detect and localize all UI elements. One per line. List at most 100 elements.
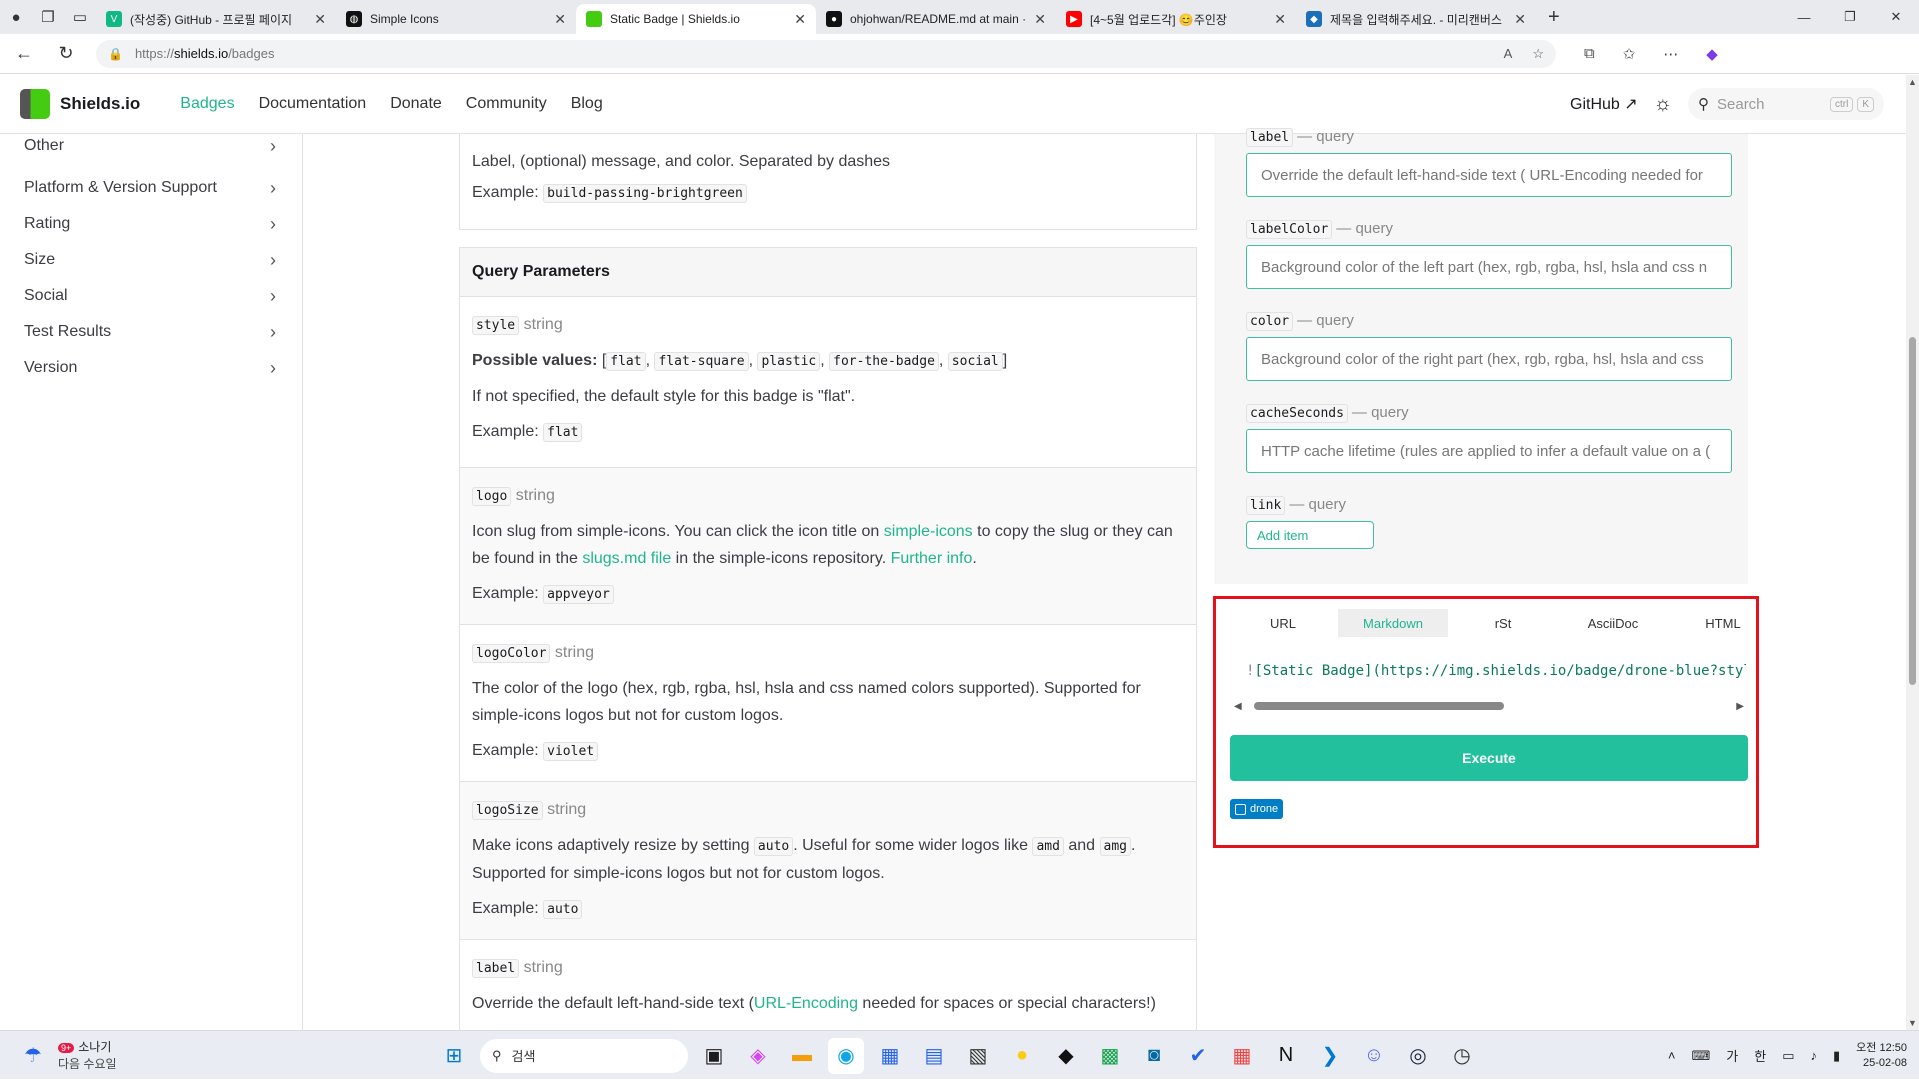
calculator-icon[interactable]: ▤ — [916, 1038, 952, 1074]
tab-close-icon[interactable]: ✕ — [794, 11, 806, 28]
close-window-icon[interactable]: ✕ — [1873, 0, 1919, 34]
read-aloud-icon[interactable]: A — [1504, 46, 1513, 62]
minimize-icon[interactable]: — — [1781, 0, 1827, 34]
edge-browser-icon[interactable]: ◉ — [828, 1037, 864, 1074]
copilot-icon[interactable]: ◆ — [1706, 45, 1718, 63]
labelcolor-input[interactable]: Background color of the left part (hex, … — [1246, 245, 1732, 289]
sidebar-item[interactable]: Social › — [0, 278, 302, 314]
new-tab-button[interactable]: + — [1536, 6, 1572, 29]
steam-icon[interactable]: ◎ — [1400, 1038, 1436, 1074]
simple-icons-link[interactable]: simple-icons — [884, 523, 973, 540]
add-item-button[interactable]: Add item — [1246, 521, 1374, 549]
browser-tab[interactable]: Static Badge | Shields.io ✕ — [576, 4, 816, 34]
label-input[interactable]: Override the default left-hand-side text… — [1246, 153, 1732, 197]
page-scroll-thumb[interactable] — [1909, 337, 1916, 685]
tab-actions-icon[interactable]: ▭ — [64, 0, 96, 34]
extensions-icon[interactable]: ⧉ — [1584, 45, 1595, 63]
github-link[interactable]: GitHub ↗ — [1570, 94, 1638, 114]
vscode-icon[interactable]: ❯ — [1312, 1038, 1348, 1074]
tray-chevron-up-icon[interactable]: ˄ — [1668, 1048, 1676, 1063]
browser-tab[interactable]: ◍ Simple Icons ✕ — [336, 4, 576, 34]
todo-check-icon[interactable]: ✔ — [1180, 1038, 1216, 1074]
sidebar-item[interactable]: Platform & Version Support › — [0, 170, 302, 206]
format-tab-rst[interactable]: rSt — [1448, 609, 1558, 637]
browser-tab[interactable]: ◆ 제목을 입력해주세요. - 미리캔버스 ✕ — [1296, 4, 1536, 34]
color-input[interactable]: Background color of the right part (hex,… — [1246, 337, 1732, 381]
sidebar-item[interactable]: Test Results › — [0, 314, 302, 350]
nav-link-community[interactable]: Community — [466, 95, 547, 113]
tab-close-icon[interactable]: ✕ — [1514, 11, 1526, 28]
scroll-thumb[interactable] — [1253, 702, 1504, 710]
excel-icon[interactable]: ▩ — [1092, 1038, 1128, 1074]
clock[interactable]: 오전 12:50 25-02-08 — [1856, 1041, 1907, 1071]
restore-icon[interactable]: ❐ — [1827, 0, 1873, 34]
nav-link-blog[interactable]: Blog — [571, 95, 603, 113]
task-view-icon[interactable]: ▣ — [696, 1038, 732, 1074]
scroll-up-icon[interactable]: ▲ — [1908, 77, 1917, 87]
search-button[interactable]: ⚲ Search ctrl K — [1688, 88, 1884, 120]
browser-tab[interactable]: ▶ [4~5월 업로드각] 😊주인장 ✕ — [1056, 4, 1296, 34]
favorite-star-icon[interactable]: ☆ — [1532, 46, 1544, 62]
alien-icon[interactable]: ◆ — [1048, 1038, 1084, 1074]
refresh-icon[interactable]: ↻ — [48, 36, 84, 72]
tab-close-icon[interactable]: ✕ — [1034, 11, 1046, 28]
browser-tab[interactable]: V (작성중) GitHub - 프로필 페이지 ✕ — [96, 4, 336, 34]
tab-close-icon[interactable]: ✕ — [314, 11, 326, 28]
more-menu-icon[interactable]: ⋯ — [1663, 45, 1678, 63]
nav-link-badges[interactable]: Badges — [180, 95, 234, 113]
notion-icon[interactable]: N — [1268, 1038, 1304, 1074]
browser-tab[interactable]: ● ohjohwan/README.md at main · ✕ — [816, 4, 1056, 34]
keyboard-icon[interactable]: ⌨ — [1692, 1048, 1711, 1064]
weather-widget[interactable]: ☂ 9+ 소나기 다음 수요일 — [18, 1038, 117, 1072]
scroll-right-icon[interactable]: ▶ — [1736, 701, 1744, 712]
browser-tab-strip: ● ❐ ▭ V (작성중) GitHub - 프로필 페이지 ✕ ◍ Simple Ic… — [0, 0, 1919, 34]
kakaotalk-icon[interactable]: ● — [1004, 1038, 1040, 1074]
site-info-icon[interactable]: 🔒 — [108, 47, 123, 61]
profile-icon[interactable]: ● — [0, 0, 32, 34]
site-logo[interactable]: Shields.io — [20, 89, 140, 119]
sidebar-item[interactable]: Other › — [0, 122, 302, 170]
format-tab-url[interactable]: URL — [1228, 609, 1338, 637]
ime-indicator[interactable]: 가 — [1726, 1046, 1738, 1065]
workspaces-icon[interactable]: ❐ — [32, 0, 64, 34]
theme-toggle-sun-icon[interactable]: ☼ — [1654, 93, 1672, 116]
start-windows-icon[interactable]: ⊞ — [436, 1038, 472, 1074]
tab-favicon-icon: ● — [826, 11, 842, 27]
network-icon[interactable]: ▭ — [1782, 1048, 1794, 1064]
scroll-left-icon[interactable]: ◀ — [1234, 701, 1242, 712]
format-tab-asciidoc[interactable]: AsciiDoc — [1558, 609, 1668, 637]
store-icon[interactable]: ▦ — [872, 1038, 908, 1074]
favorites-icon[interactable]: ✩ — [1623, 45, 1636, 63]
sidebar-item[interactable]: Rating › — [0, 206, 302, 242]
snippet-code[interactable]: ![Static Badge](https://img.shields.io/b… — [1246, 663, 1746, 679]
snippet-scrollbar[interactable]: ◀ ▶ — [1234, 701, 1744, 712]
scroll-down-icon[interactable]: ▼ — [1908, 1018, 1917, 1028]
clock-app-icon[interactable]: ◷ — [1444, 1038, 1480, 1074]
outlook-icon[interactable]: ◙ — [1136, 1038, 1172, 1074]
tab-close-icon[interactable]: ✕ — [554, 11, 566, 28]
page-scrollbar[interactable]: ▲ ▼ — [1906, 75, 1919, 1030]
clapper-icon[interactable]: ▧ — [960, 1038, 996, 1074]
discord-icon[interactable]: ☺ — [1356, 1038, 1392, 1074]
url-field[interactable]: 🔒 https://shields.io/badges A ☆ — [96, 39, 1556, 68]
sidebar-item[interactable]: Size › — [0, 242, 302, 278]
taskbar-search[interactable]: ⚲ 검색 — [480, 1038, 688, 1073]
format-tab-markdown[interactable]: Markdown — [1338, 609, 1448, 637]
battery-icon[interactable]: ▮ — [1833, 1048, 1840, 1064]
tab-close-icon[interactable]: ✕ — [1274, 11, 1286, 28]
format-tab-html[interactable]: HTML — [1668, 609, 1778, 637]
nav-link-donate[interactable]: Donate — [390, 95, 442, 113]
grid-app-icon[interactable]: ▦ — [1224, 1038, 1260, 1074]
slugs-file-link[interactable]: slugs.md file — [582, 550, 671, 567]
nav-link-documentation[interactable]: Documentation — [259, 95, 367, 113]
sidebar-item[interactable]: Version › — [0, 350, 302, 386]
further-info-link[interactable]: Further info — [891, 550, 973, 567]
copilot-app-icon[interactable]: ◈ — [740, 1038, 776, 1074]
execute-button[interactable]: Execute — [1230, 735, 1748, 781]
file-explorer-icon[interactable]: ▬ — [784, 1038, 820, 1074]
ime-mode[interactable]: 한 — [1754, 1046, 1766, 1065]
back-arrow-icon[interactable]: ← — [6, 36, 42, 72]
url-encoding-link[interactable]: URL-Encoding — [754, 995, 858, 1012]
volume-icon[interactable]: ♪ — [1811, 1048, 1818, 1063]
cacheseconds-input[interactable]: HTTP cache lifetime (rules are applied t… — [1246, 429, 1732, 473]
